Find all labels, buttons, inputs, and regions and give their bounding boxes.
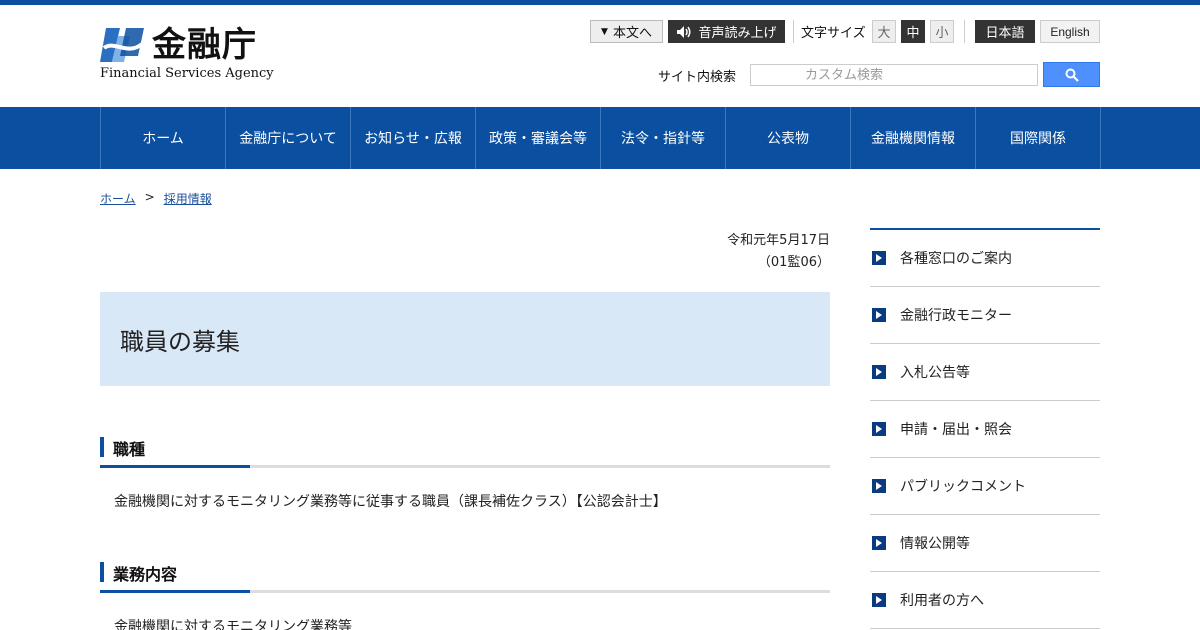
breadcrumb-home-link[interactable]: ホーム <box>100 190 136 207</box>
nav-item-publications[interactable]: 公表物 <box>726 107 851 169</box>
skip-to-content-button[interactable]: ▼ 本文へ <box>590 20 663 43</box>
site-logo[interactable]: 金融庁 Financial Services Agency <box>100 24 274 82</box>
read-aloud-button[interactable]: 音声読み上げ <box>668 20 785 43</box>
breadcrumb-separator: > <box>144 190 155 204</box>
document-number: （01監06） <box>757 255 830 270</box>
font-size-small-button[interactable]: 小 <box>930 20 954 43</box>
triangle-down-icon: ▼ <box>601 26 608 37</box>
site-search-label: サイト内検索 <box>658 70 737 85</box>
global-nav: ホーム 金融庁について お知らせ・広報 政策・審議会等 法令・指針等 公表物 金… <box>0 107 1200 169</box>
section-heading-text: 業務内容 <box>113 565 178 584</box>
page-title: 職員の募集 <box>120 328 240 356</box>
lang-japanese-button[interactable]: 日本語 <box>975 20 1035 43</box>
heading-underline-accent <box>100 590 250 593</box>
nav-item-home[interactable]: ホーム <box>101 107 226 169</box>
breadcrumb: ホーム > 採用情報 <box>100 190 212 207</box>
publish-date: 令和元年5月17日 <box>727 233 830 248</box>
sidebar-item-bidding[interactable]: 入札公告等 <box>870 344 1100 401</box>
top-accent-line <box>0 0 1200 5</box>
sidebar-item-users[interactable]: 利用者の方へ <box>870 572 1100 629</box>
divider <box>964 20 965 43</box>
sidebar-item-label: 金融行政モニター <box>900 308 1012 324</box>
fsa-logo-icon <box>100 28 144 62</box>
sidebar-menu: 各種窓口のご案内 金融行政モニター 入札公告等 申請・届出・照会 パブリックコメ… <box>870 228 1100 629</box>
search-button[interactable] <box>1043 62 1100 87</box>
logo-text-jp: 金融庁 <box>152 25 257 65</box>
sidebar-item-label: 入札公告等 <box>900 365 970 381</box>
font-size-label: 文字サイズ <box>801 26 866 41</box>
arrow-right-icon <box>872 251 886 265</box>
sidebar-item-label: 各種窓口のご案内 <box>900 251 1012 267</box>
search-icon <box>1065 68 1079 82</box>
nav-item-policy[interactable]: 政策・審議会等 <box>476 107 601 169</box>
arrow-right-icon <box>872 365 886 379</box>
sidebar-item-label: パブリックコメント <box>900 479 1026 495</box>
nav-item-institutions[interactable]: 金融機関情報 <box>851 107 976 169</box>
heading-bar <box>100 562 104 582</box>
sidebar-item-label: 利用者の方へ <box>900 593 984 609</box>
sidebar-item-applications[interactable]: 申請・届出・照会 <box>870 401 1100 458</box>
nav-item-laws[interactable]: 法令・指針等 <box>601 107 726 169</box>
page-title-box: 職員の募集 <box>100 292 830 386</box>
font-size-medium-button[interactable]: 中 <box>901 20 925 43</box>
nav-item-news[interactable]: お知らせ・広報 <box>351 107 476 169</box>
publish-date-block: 令和元年5月17日 （01監06） <box>727 230 830 274</box>
sidebar-item-monitor[interactable]: 金融行政モニター <box>870 287 1100 344</box>
read-aloud-label: 音声読み上げ <box>698 26 777 41</box>
section-heading-job-type: 職種 <box>100 435 830 468</box>
section-text-job-type: 金融機関に対するモニタリング業務等に従事する職員（課長補佐クラス）【公認会計士】 <box>114 494 667 510</box>
breadcrumb-current-link[interactable]: 採用情報 <box>164 190 212 207</box>
arrow-right-icon <box>872 479 886 493</box>
nav-item-international[interactable]: 国際関係 <box>976 107 1101 169</box>
nav-item-about[interactable]: 金融庁について <box>226 107 351 169</box>
skip-label: 本文へ <box>612 26 652 41</box>
arrow-right-icon <box>872 422 886 436</box>
sidebar-item-disclosure[interactable]: 情報公開等 <box>870 515 1100 572</box>
section-heading-duties: 業務内容 <box>100 560 830 593</box>
sidebar-item-label: 情報公開等 <box>900 536 970 552</box>
arrow-right-icon <box>872 308 886 322</box>
section-heading-text: 職種 <box>113 440 146 459</box>
logo-text-en: Financial Services Agency <box>100 66 274 81</box>
section-text-duties: 金融機関に対するモニタリング業務等 <box>114 619 352 630</box>
sidebar-item-contact[interactable]: 各種窓口のご案内 <box>870 230 1100 287</box>
sidebar-item-public-comment[interactable]: パブリックコメント <box>870 458 1100 515</box>
heading-underline-accent <box>100 465 250 468</box>
arrow-right-icon <box>872 536 886 550</box>
divider <box>793 20 794 43</box>
heading-bar <box>100 437 104 457</box>
sidebar-item-label: 申請・届出・照会 <box>900 422 1012 438</box>
search-input[interactable] <box>750 64 1038 86</box>
font-size-large-button[interactable]: 大 <box>872 20 896 43</box>
speaker-icon <box>677 25 691 38</box>
arrow-right-icon <box>872 593 886 607</box>
lang-english-button[interactable]: English <box>1040 20 1100 43</box>
